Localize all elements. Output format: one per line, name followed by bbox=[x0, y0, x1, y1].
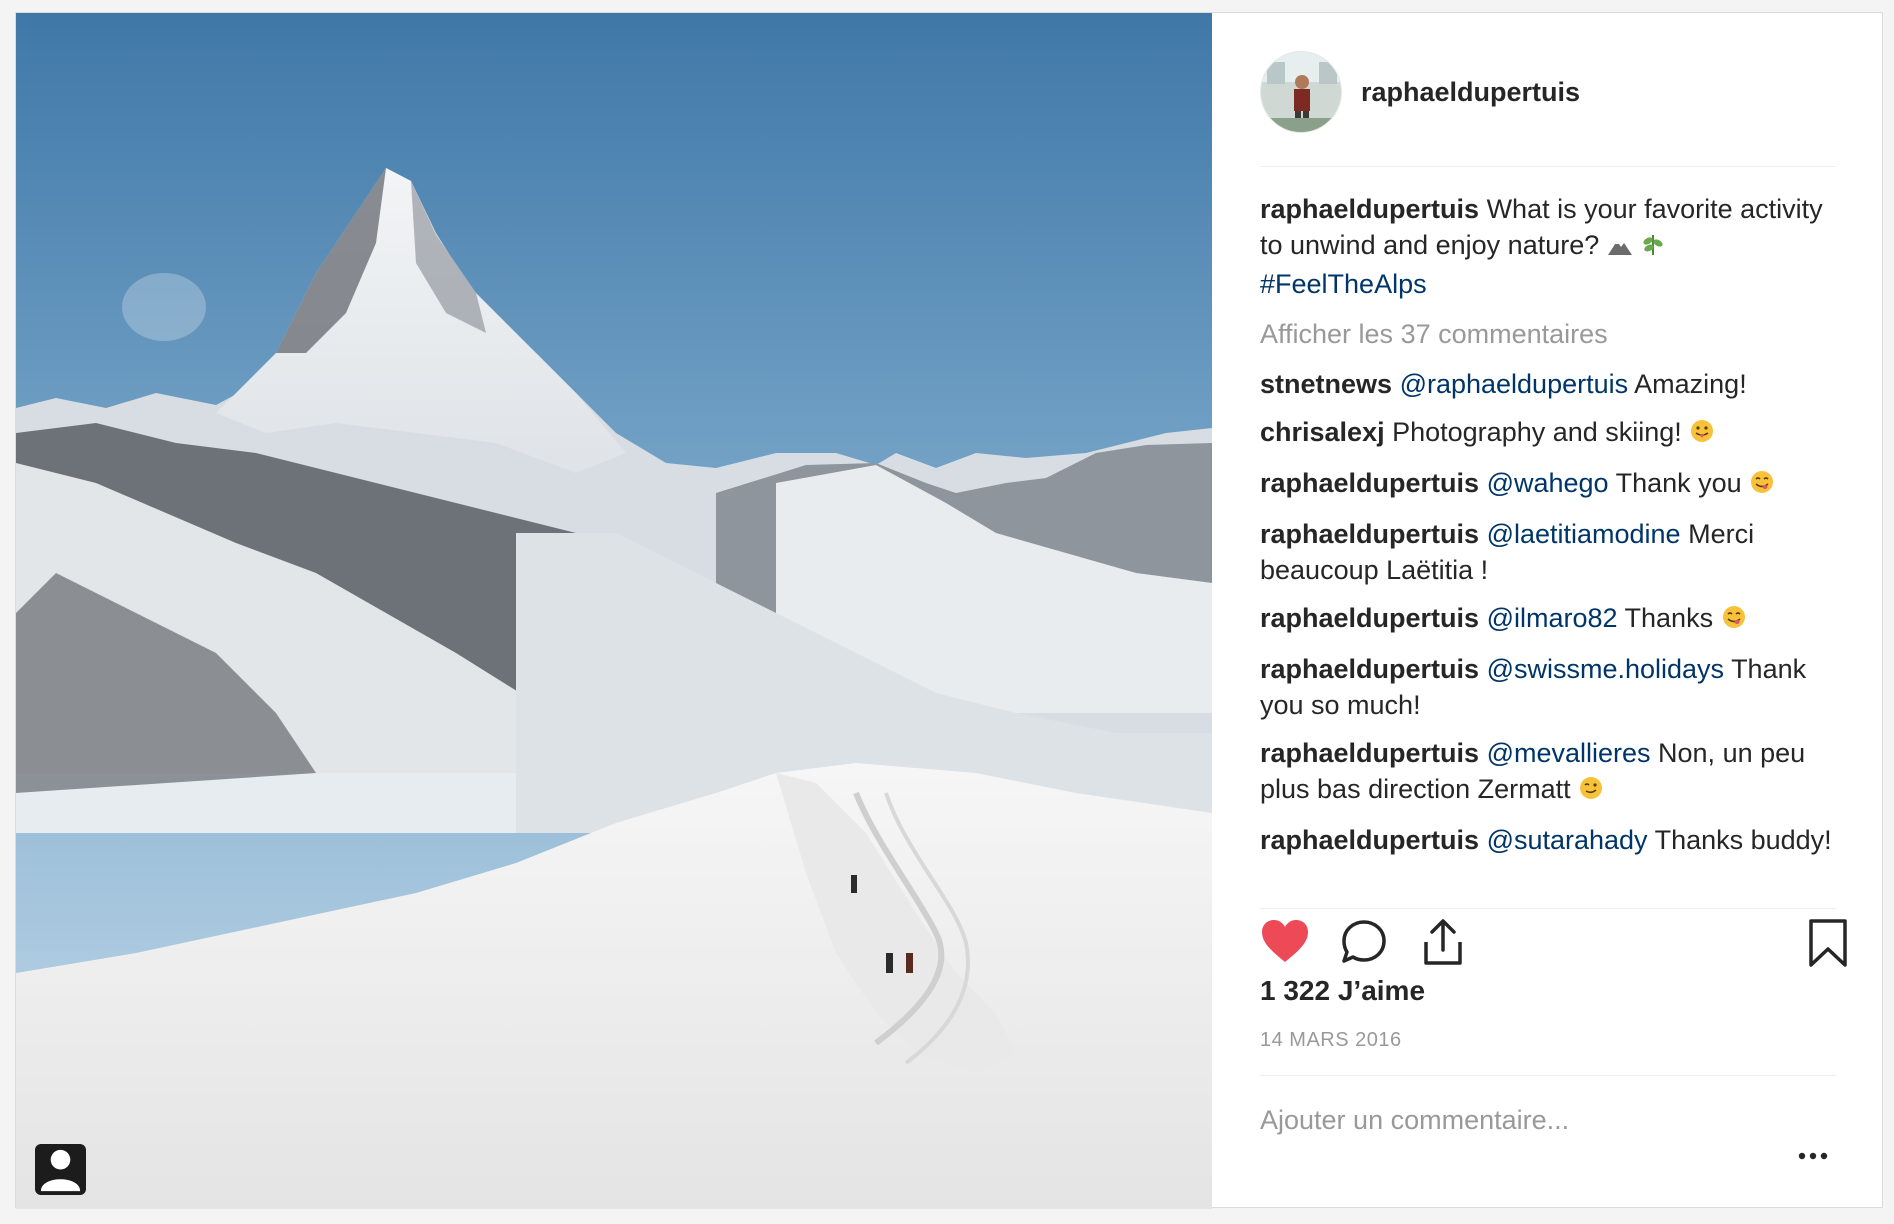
comment-text: Thanks bbox=[1624, 603, 1714, 633]
comment-mention[interactable]: @mevallieres bbox=[1487, 738, 1651, 768]
comment-item: raphaeldupertuis @laetitiamodine Merci b… bbox=[1260, 516, 1836, 588]
tongue-emoji-icon bbox=[1689, 417, 1715, 453]
comment-mention[interactable]: @raphaeldupertuis bbox=[1400, 369, 1629, 399]
author-username[interactable]: raphaeldupertuis bbox=[1361, 77, 1580, 108]
caption: raphaeldupertuis What is your favorite a… bbox=[1260, 191, 1836, 302]
view-all-comments-link[interactable]: Afficher les 37 commentaires bbox=[1260, 316, 1836, 352]
more-dots-icon[interactable] bbox=[1798, 1147, 1828, 1165]
action-bar bbox=[1260, 918, 1847, 974]
footer-divider bbox=[1260, 1075, 1836, 1076]
comment-username[interactable]: chrisalexj bbox=[1260, 417, 1385, 447]
comment-mention[interactable]: @sutarahady bbox=[1487, 825, 1648, 855]
comment-username[interactable]: raphaeldupertuis bbox=[1260, 603, 1479, 633]
post-photo[interactable] bbox=[16, 13, 1212, 1209]
caption-username[interactable]: raphaeldupertuis bbox=[1260, 194, 1479, 224]
comment-text: Thanks buddy! bbox=[1654, 825, 1832, 855]
comment-item: raphaeldupertuis @ilmaro82 Thanks bbox=[1260, 600, 1836, 639]
comment-mention[interactable]: @ilmaro82 bbox=[1487, 603, 1618, 633]
person-tag-icon[interactable] bbox=[35, 1144, 86, 1195]
comment-username[interactable]: raphaeldupertuis bbox=[1260, 468, 1479, 498]
caption-hashtag[interactable]: #FeelTheAlps bbox=[1260, 269, 1427, 299]
heart-icon[interactable] bbox=[1260, 918, 1310, 969]
comment-mention[interactable]: @swissme.holidays bbox=[1487, 654, 1724, 684]
comments-divider bbox=[1260, 908, 1836, 909]
comment-item: raphaeldupertuis @sutarahady Thanks budd… bbox=[1260, 822, 1836, 858]
share-icon[interactable] bbox=[1420, 918, 1466, 971]
yum-emoji-icon bbox=[1749, 468, 1775, 504]
post-date[interactable]: 14 MARS 2016 bbox=[1260, 1029, 1402, 1052]
comment-mention[interactable]: @laetitiamodine bbox=[1487, 519, 1681, 549]
comment-username[interactable]: raphaeldupertuis bbox=[1260, 825, 1479, 855]
comment-item: chrisalexj Photography and skiing! bbox=[1260, 414, 1836, 453]
comment-username[interactable]: stnetnews bbox=[1260, 369, 1392, 399]
comment-item: raphaeldupertuis @swissme.holidays Thank… bbox=[1260, 651, 1836, 723]
avatar[interactable] bbox=[1260, 51, 1342, 133]
bookmark-icon[interactable] bbox=[1808, 918, 1848, 973]
comment-item: stnetnews @raphaeldupertuis Amazing! bbox=[1260, 366, 1836, 402]
comment-text: Photography and skiing! bbox=[1392, 417, 1682, 447]
comments-section: raphaeldupertuis What is your favorite a… bbox=[1260, 191, 1836, 870]
comment-username[interactable]: raphaeldupertuis bbox=[1260, 738, 1479, 768]
mountain-emoji-icon bbox=[1607, 230, 1633, 266]
post-header: raphaeldupertuis bbox=[1260, 51, 1836, 133]
comment-text: Amazing! bbox=[1634, 369, 1747, 399]
comment-bubble-icon[interactable] bbox=[1340, 918, 1388, 971]
wink-emoji-icon bbox=[1578, 774, 1604, 810]
likes-count[interactable]: 1 322 J’aime bbox=[1260, 975, 1425, 1007]
comment-mention[interactable]: @wahego bbox=[1487, 468, 1609, 498]
yum-emoji-icon bbox=[1721, 603, 1747, 639]
comment-username[interactable]: raphaeldupertuis bbox=[1260, 654, 1479, 684]
post-card: raphaeldupertuis raphaeldupertuis What i… bbox=[15, 12, 1883, 1209]
herb-emoji-icon bbox=[1640, 230, 1666, 266]
header-divider bbox=[1260, 166, 1836, 167]
add-comment-input[interactable]: Ajouter un commentaire... bbox=[1260, 1105, 1569, 1136]
comment-text: Thank you bbox=[1615, 468, 1742, 498]
post-side-panel: raphaeldupertuis raphaeldupertuis What i… bbox=[1260, 13, 1847, 1209]
comment-item: raphaeldupertuis @mevallieres Non, un pe… bbox=[1260, 735, 1836, 810]
mountain-photo bbox=[16, 13, 1212, 1209]
comment-username[interactable]: raphaeldupertuis bbox=[1260, 519, 1479, 549]
comment-item: raphaeldupertuis @wahego Thank you bbox=[1260, 465, 1836, 504]
